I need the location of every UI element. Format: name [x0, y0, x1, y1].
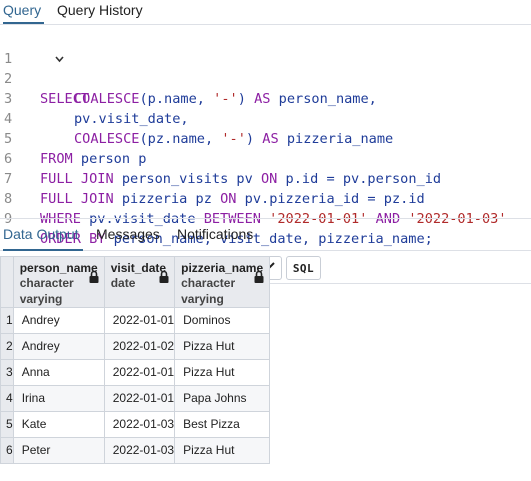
code-line-6: 6 FULL JOIN person_visits pv ON p.id = p…: [0, 129, 441, 187]
row-number-header[interactable]: [0, 256, 14, 308]
code-line-8: 8 WHERE pv.visit_date BETWEEN '2022-01-0…: [0, 169, 507, 227]
cell-person-name[interactable]: Andrey: [12, 307, 105, 334]
cell-person-name[interactable]: Kate: [12, 411, 105, 438]
view-sql-button[interactable]: SQL: [286, 256, 321, 280]
table-row[interactable]: 3 Anna 2022-01-01 Pizza Hut: [0, 359, 271, 386]
cell-pizzeria-name[interactable]: Papa Johns: [174, 385, 271, 412]
cell-pizzeria-name[interactable]: Pizza Hut: [174, 333, 271, 360]
sql-keyword: FULL JOIN: [40, 191, 114, 207]
row-number[interactable]: 6: [0, 437, 14, 464]
table-header-row: person_name character varying visit_date…: [0, 256, 271, 308]
sql-string: '-': [221, 131, 246, 147]
sql-text: (p.name,: [139, 91, 214, 107]
sql-text: person_name,: [270, 91, 377, 107]
cell-person-name[interactable]: Anna: [12, 359, 105, 386]
sql-text: person p: [72, 151, 147, 167]
cell-pizzeria-name[interactable]: Dominos: [174, 307, 271, 334]
code-line-9: 9 ORDER BY person_name, visit_date, pizz…: [0, 189, 433, 247]
row-number[interactable]: 4: [0, 385, 14, 412]
result-table: person_name character varying visit_date…: [0, 256, 271, 464]
sql-keyword: ON: [261, 171, 278, 187]
sql-keyword: FROM: [40, 151, 73, 167]
cell-person-name[interactable]: Andrey: [12, 333, 105, 360]
sql-text: ): [245, 131, 263, 147]
cell-visit-date[interactable]: 2022-01-01: [103, 385, 176, 412]
row-number[interactable]: 2: [0, 333, 14, 360]
code-line-3: 3 pv.visit_date,: [0, 69, 189, 127]
sql-keyword: AS: [262, 131, 279, 147]
table-row[interactable]: 4 Irina 2022-01-01 Papa Johns: [0, 385, 271, 412]
lock-icon: [254, 270, 264, 283]
output-tabs-bar: Data Output Messages Notifications: [0, 224, 531, 251]
code-line-7: 7 FULL JOIN pizzeria pz ON pv.pizzeria_i…: [0, 149, 425, 207]
sql-keyword: ON: [220, 191, 237, 207]
row-number[interactable]: 5: [0, 411, 14, 438]
row-number[interactable]: 3: [0, 359, 14, 386]
sql-text: ): [237, 91, 255, 107]
code-line-5: 5 FROM person p: [0, 109, 146, 167]
row-number[interactable]: 1: [0, 307, 14, 334]
code-line-1: 1 SELECT: [0, 29, 89, 107]
sql-text: pizzeria_name: [278, 131, 394, 147]
table-row[interactable]: 6 Peter 2022-01-03 Pizza Hut: [0, 437, 271, 464]
sql-editor[interactable]: 1 SELECT 2 COALESCE(p.name, '-') AS pers…: [0, 25, 531, 247]
code-line-4: 4 COALESCE(pz.name, '-') AS pizzeria_nam…: [0, 89, 393, 147]
code-line-2: 2 COALESCE(p.name, '-') AS person_name,: [0, 49, 377, 107]
lock-icon: [159, 270, 169, 283]
cell-visit-date[interactable]: 2022-01-02: [103, 333, 176, 360]
sql-function: COALESCE: [74, 91, 140, 107]
tab-messages[interactable]: Messages: [96, 224, 162, 250]
sql-text: (pz.name,: [139, 131, 222, 147]
cell-visit-date[interactable]: 2022-01-03: [103, 411, 176, 438]
sql-keyword: AS: [254, 91, 271, 107]
sql-text: person_visits pv: [113, 171, 261, 187]
query-tabs-bar: Query Query History: [0, 0, 531, 25]
sql-text: pv.visit_date,: [74, 111, 189, 127]
cell-visit-date[interactable]: 2022-01-03: [103, 437, 176, 464]
lock-icon: [89, 270, 99, 283]
tab-query-history[interactable]: Query History: [57, 0, 149, 24]
cell-visit-date[interactable]: 2022-01-01: [103, 359, 176, 386]
sql-keyword: FULL JOIN: [40, 171, 114, 187]
table-row[interactable]: 5 Kate 2022-01-03 Best Pizza: [0, 411, 271, 438]
cell-pizzeria-name[interactable]: Pizza Hut: [174, 437, 271, 464]
tab-query[interactable]: Query: [3, 0, 44, 24]
sql-text: pizzeria pz: [113, 191, 221, 207]
editor-divider: [0, 218, 531, 219]
tab-data-output[interactable]: Data Output: [3, 224, 83, 251]
column-header-pizzeria-name[interactable]: pizzeria_name character varying: [174, 256, 271, 308]
sql-function: COALESCE: [74, 131, 140, 147]
table-row[interactable]: 1 Andrey 2022-01-01 Dominos: [0, 307, 271, 334]
cell-person-name[interactable]: Irina: [12, 385, 105, 412]
sql-string: '-': [213, 91, 238, 107]
cell-pizzeria-name[interactable]: Pizza Hut: [174, 359, 271, 386]
tab-notifications[interactable]: Notifications: [177, 224, 261, 250]
cell-pizzeria-name[interactable]: Best Pizza: [174, 411, 271, 438]
table-row[interactable]: 2 Andrey 2022-01-02 Pizza Hut: [0, 333, 271, 360]
column-header-visit-date[interactable]: visit_date date: [103, 256, 176, 308]
sql-text: p.id = pv.person_id: [277, 171, 442, 187]
column-header-person-name[interactable]: person_name character varying: [12, 256, 105, 308]
sql-icon: SQL: [292, 261, 315, 275]
sql-text: pv.pizzeria_id = pz.id: [236, 191, 425, 207]
cell-person-name[interactable]: Peter: [12, 437, 105, 464]
cell-visit-date[interactable]: 2022-01-01: [103, 307, 176, 334]
